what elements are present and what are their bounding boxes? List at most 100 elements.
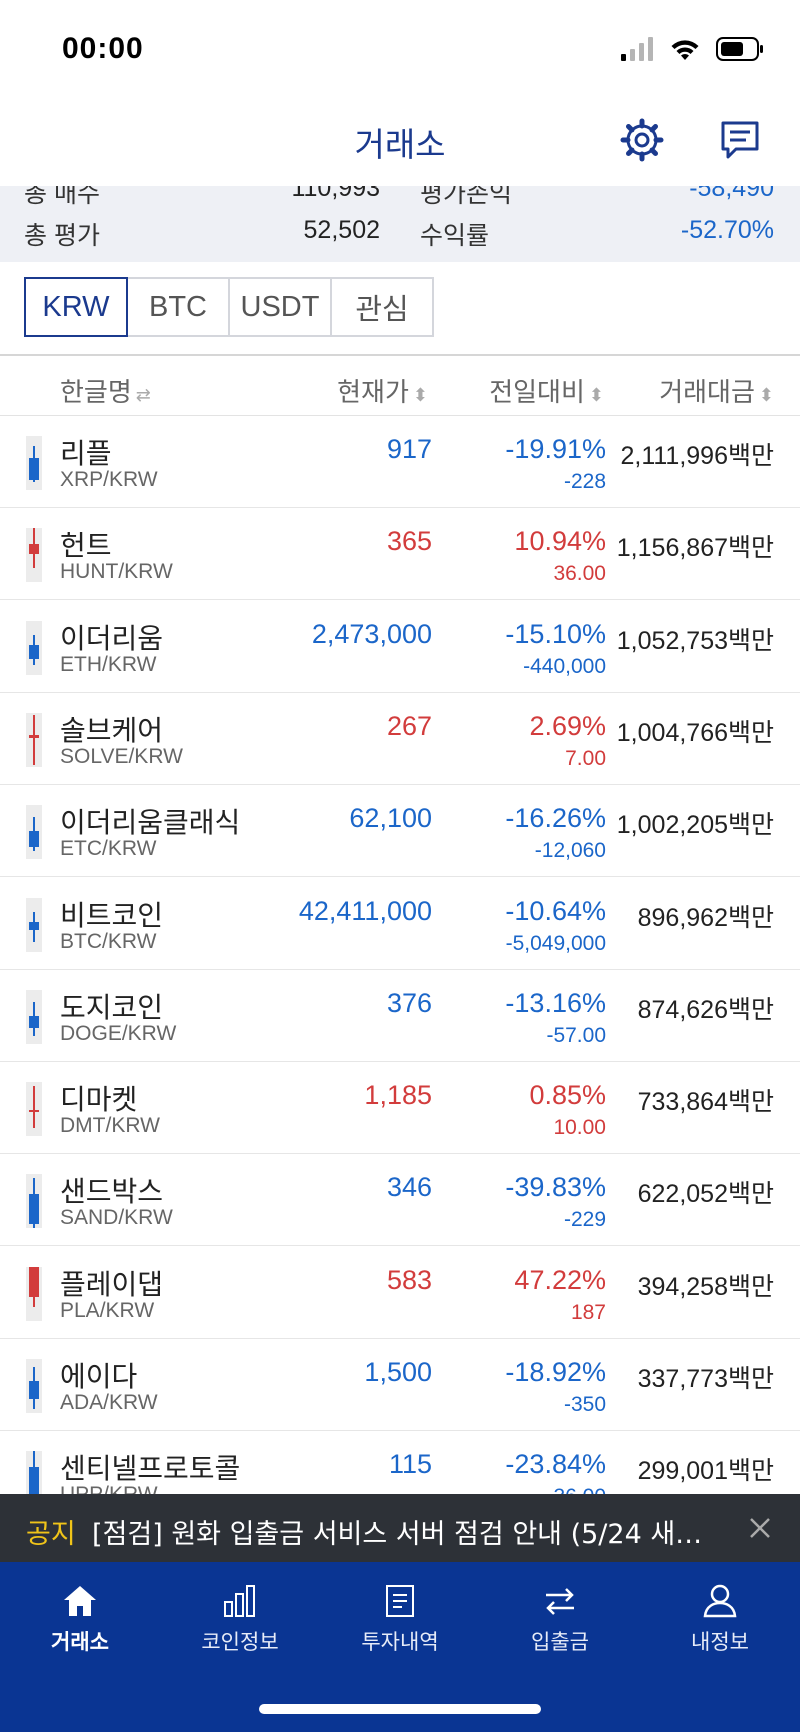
coin-symbol: SOLVE/KRW (60, 745, 183, 768)
tab-krw[interactable]: KRW (24, 277, 128, 337)
coin-row[interactable]: 도지코인 DOGE/KRW 376 -13.16% -57.00 874,626백만 (0, 970, 800, 1062)
candle-icon (26, 990, 42, 1044)
candle-icon (26, 1267, 42, 1321)
coin-change-amount: -12,060 (534, 839, 606, 862)
coin-change-percent: 2.69% (529, 711, 606, 741)
summary-row: 총 평가 52,502 수익률 -52.70% (0, 216, 800, 256)
tab-usdt[interactable]: USDT (230, 277, 332, 337)
document-icon (386, 1585, 414, 1617)
coin-symbol: ETH/KRW (60, 653, 157, 676)
gear-icon[interactable] (620, 118, 664, 162)
coin-list: 리플 XRP/KRW 917 -19.91% -228 2,111,996백만 헌트 HUNT… (0, 416, 800, 1494)
coin-change-amount: -228 (563, 470, 606, 493)
coin-change-percent: 47.22% (514, 1265, 606, 1295)
page-title: 거래소 (354, 125, 446, 164)
home-indicator (259, 1704, 541, 1714)
coin-name: 이더리움 (60, 622, 164, 655)
summary-label: 총 평가 (24, 222, 100, 250)
status-time: 00:00 (62, 32, 144, 65)
candle-icon (26, 898, 42, 952)
notice-bar[interactable]: 공지 [점검] 원화 입출금 서비스 서버 점검 안내 (5/24 새벽 02:… (0, 1494, 800, 1562)
cellular-signal-icon (621, 37, 653, 61)
column-label: 현재가 (337, 378, 409, 408)
swap-icon: ⇄ (135, 385, 151, 406)
asset-summary: 총 매수 110,993 평가손익 -58,490 총 평가 52,502 수익… (0, 180, 800, 262)
coin-name: 플레이댑 (60, 1268, 164, 1301)
coin-name: 헌트 (60, 529, 112, 562)
coin-price: 583 (386, 1265, 432, 1295)
coin-change-amount: -229 (563, 1208, 606, 1231)
coin-row[interactable]: 플레이댑 PLA/KRW 583 47.22% 187 394,258백만 (0, 1247, 800, 1339)
coin-name: 이더리움클래식 (60, 806, 241, 839)
coin-row[interactable]: 솔브케어 SOLVE/KRW 267 2.69% 7.00 1,004,766백만 (0, 693, 800, 785)
coin-row[interactable]: 샌드박스 SAND/KRW 346 -39.83% -229 622,052백만 (0, 1154, 800, 1246)
coin-symbol: UPP/KRW (60, 1483, 158, 1494)
summary-value: -52.70% (680, 216, 774, 244)
coin-name: 비트코인 (60, 899, 164, 932)
coin-row[interactable]: 이더리움클래식 ETC/KRW 62,100 -16.26% -12,060 1,002,… (0, 785, 800, 877)
coin-row[interactable]: 디마켓 DMT/KRW 1,185 0.85% 10.00 733,864백만 (0, 1062, 800, 1154)
tabbar-label: 입출금 (531, 1630, 589, 1654)
candle-icon (26, 436, 42, 490)
candle-icon (26, 1082, 42, 1136)
coin-change-percent: -10.64% (505, 896, 606, 926)
coin-price: 115 (388, 1449, 432, 1479)
coin-change-percent: 0.85% (529, 1080, 606, 1110)
coin-symbol: HUNT/KRW (60, 560, 173, 583)
coin-row[interactable]: 헌트 HUNT/KRW 365 10.94% 36.00 1,156,867백만 (0, 508, 800, 600)
tabbar-my-info[interactable]: 내정보 (640, 1576, 800, 1666)
tabbar-label: 거래소 (51, 1630, 109, 1654)
coin-volume: 299,001백만 (637, 1457, 774, 1485)
name-column-header[interactable]: 한글명 ⇄ (60, 372, 151, 409)
chat-icon[interactable] (718, 118, 762, 162)
coin-price: 62,100 (349, 803, 432, 833)
coin-symbol: ETC/KRW (60, 837, 157, 860)
coin-symbol: SAND/KRW (60, 1206, 173, 1229)
tab-favorites[interactable]: 관심 (332, 277, 434, 337)
coin-volume: 2,111,996백만 (620, 442, 774, 470)
wifi-icon (671, 40, 699, 60)
coin-row[interactable]: 에이다 ADA/KRW 1,500 -18.92% -350 337,773백만 (0, 1339, 800, 1431)
coin-volume: 622,052백만 (637, 1180, 774, 1208)
coin-row[interactable]: 센티넬프로토콜UPP/KRW 115 -23.84% -36.00 299,001백만 (0, 1431, 800, 1494)
volume-column-header[interactable]: 거래대금 ⬍ (659, 372, 774, 409)
summary-value: 52,502 (303, 216, 380, 244)
tabbar-exchange[interactable]: 거래소 (0, 1576, 160, 1666)
coin-volume: 874,626백만 (637, 996, 774, 1024)
coin-change-amount: 7.00 (565, 747, 606, 770)
candle-icon (26, 528, 42, 582)
coin-price: 1,185 (364, 1080, 432, 1110)
tabbar-coin-info[interactable]: 코인정보 (160, 1576, 320, 1666)
user-icon (703, 1584, 737, 1618)
close-icon[interactable] (742, 1510, 778, 1546)
coin-symbol: PLA/KRW (60, 1299, 155, 1322)
price-column-header[interactable]: 현재가 ⬍ (337, 372, 428, 409)
coin-price: 42,411,000 (298, 896, 432, 926)
coin-volume: 1,002,205백만 (616, 811, 774, 839)
coin-change-amount: -36.00 (546, 1485, 606, 1494)
bottom-tab-bar: 거래소 코인정보 투자내역 입출금 내정보 (0, 1562, 800, 1732)
change-column-header[interactable]: 전일대비 ⬍ (489, 372, 604, 409)
coin-change-amount: 10.00 (553, 1116, 606, 1139)
transfer-icon (546, 1588, 574, 1615)
coin-change-amount: -57.00 (546, 1024, 606, 1047)
coin-volume: 896,962백만 (637, 904, 774, 932)
coin-price: 376 (386, 988, 432, 1018)
summary-label: 수익률 (420, 222, 490, 250)
coin-change-amount: -350 (563, 1393, 606, 1416)
status-icons (620, 36, 764, 62)
tab-btc[interactable]: BTC (128, 277, 230, 337)
coin-row[interactable]: 이더리움 ETH/KRW 2,473,000 -15.10% -440,000 1,052… (0, 601, 800, 693)
coin-volume: 1,156,867백만 (616, 534, 774, 562)
column-label: 전일대비 (489, 378, 585, 408)
coin-row[interactable]: 리플 XRP/KRW 917 -19.91% -228 2,111,996백만 (0, 416, 800, 508)
coin-change-amount: -5,049,000 (505, 932, 606, 955)
coin-symbol: BTC/KRW (60, 930, 157, 953)
status-bar: 00:00 (0, 0, 800, 96)
column-label: 거래대금 (659, 378, 755, 408)
notice-text[interactable]: [점검] 원화 입출금 서비스 서버 점검 안내 (5/24 새벽 02:00~… (92, 1512, 722, 1551)
coin-change-percent: -16.26% (505, 803, 606, 833)
tabbar-deposit-withdraw[interactable]: 입출금 (480, 1576, 640, 1666)
tabbar-investments[interactable]: 투자내역 (320, 1576, 480, 1666)
coin-row[interactable]: 비트코인 BTC/KRW 42,411,000 -10.64% -5,049,000 89… (0, 878, 800, 970)
